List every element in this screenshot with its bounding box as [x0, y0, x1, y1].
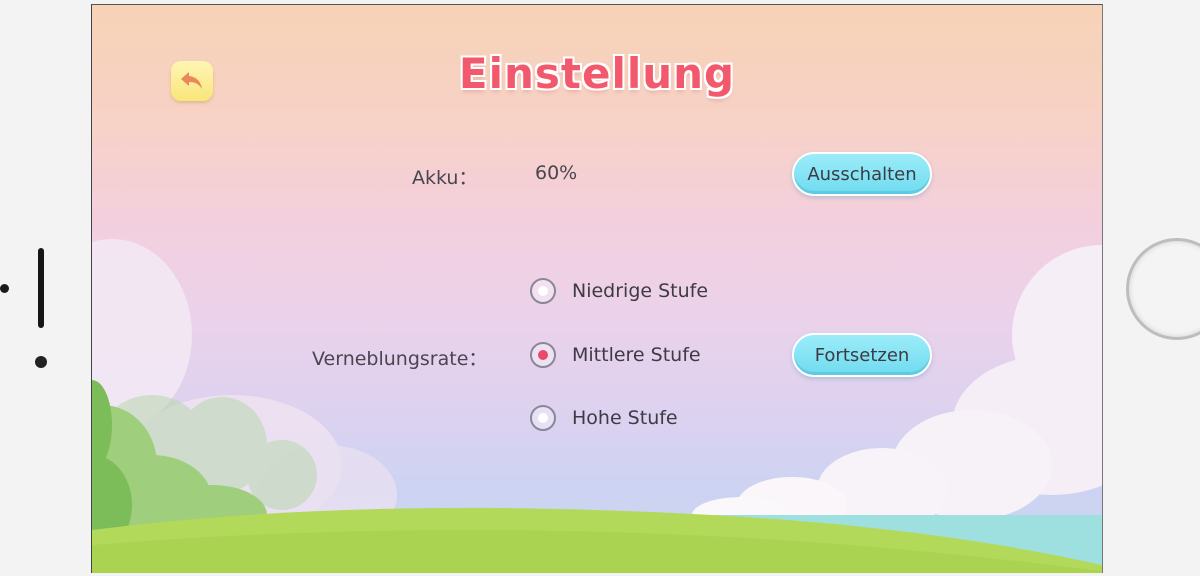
battery-value: 60%	[535, 162, 578, 184]
phone-camera-dot	[35, 356, 47, 368]
phone-speaker-slot	[38, 248, 44, 328]
radio-option-medium[interactable]: Mittlere Stufe	[530, 342, 701, 368]
battery-label: Akku：	[412, 167, 478, 189]
radio-button[interactable]	[530, 405, 556, 431]
phone-sensor-dot	[0, 284, 9, 293]
radio-option-high[interactable]: Hohe Stufe	[530, 405, 678, 431]
radio-indicator	[538, 413, 548, 423]
radio-option-low[interactable]: Niedrige Stufe	[530, 278, 708, 304]
app-screen: Einstellung Akku： 60% Ausschalten Verneb…	[91, 4, 1103, 573]
page-title: Einstellung	[458, 49, 736, 98]
continue-button[interactable]: Fortsetzen	[792, 333, 932, 377]
radio-label: Niedrige Stufe	[572, 280, 709, 302]
phone-home-button[interactable]	[1126, 238, 1200, 340]
radio-button[interactable]	[530, 278, 556, 304]
shutdown-button[interactable]: Ausschalten	[792, 152, 932, 196]
radio-indicator-selected	[538, 350, 548, 360]
radio-label: Hohe Stufe	[572, 407, 678, 429]
radio-button[interactable]	[530, 342, 556, 368]
radio-indicator	[538, 286, 548, 296]
radio-label: Mittlere Stufe	[572, 344, 701, 366]
glare-rate-label: Verneblungsrate：	[312, 348, 488, 370]
